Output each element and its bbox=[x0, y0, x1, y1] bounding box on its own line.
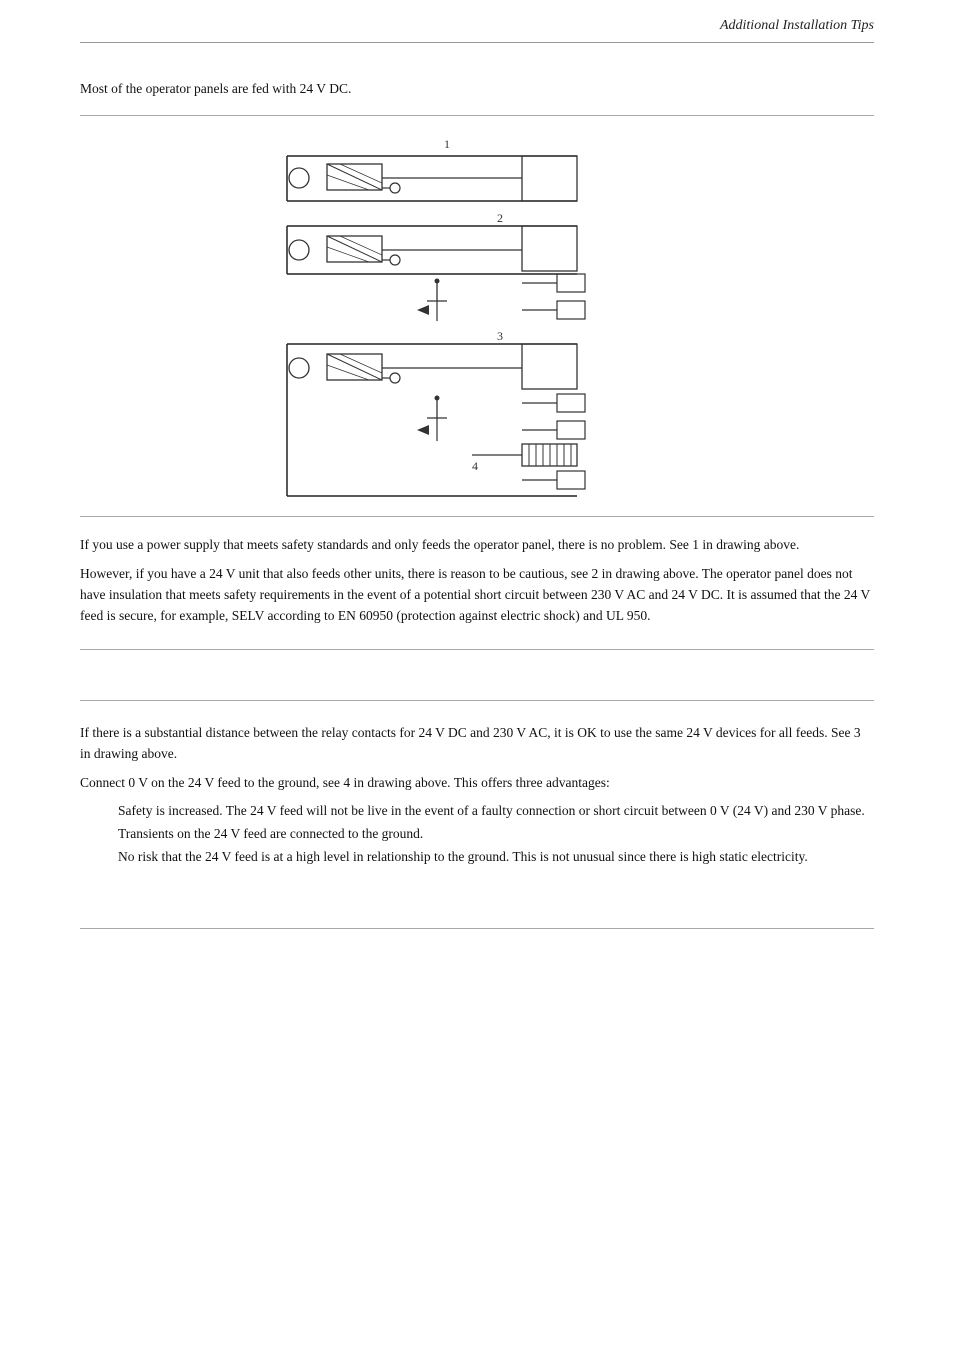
section2: If there is a substantial distance betwe… bbox=[80, 700, 874, 869]
svg-text:4: 4 bbox=[472, 459, 478, 473]
section1-para1: If you use a power supply that meets saf… bbox=[80, 535, 874, 556]
bullet-item-1: Safety is increased. The 24 V feed will … bbox=[118, 801, 874, 822]
wiring-diagram: 1 bbox=[227, 126, 727, 506]
divider2 bbox=[80, 700, 874, 701]
page-header: Additional Installation Tips bbox=[80, 0, 874, 43]
diagram-container: 1 bbox=[80, 115, 874, 517]
intro-text: Most of the operator panels are fed with… bbox=[80, 81, 874, 97]
divider1 bbox=[80, 649, 874, 650]
section1: Most of the operator panels are fed with… bbox=[80, 81, 874, 627]
section2-para2: Connect 0 V on the 24 V feed to the grou… bbox=[80, 773, 874, 794]
bullet-item-3: No risk that the 24 V feed is at a high … bbox=[118, 847, 874, 868]
bottom-divider bbox=[80, 928, 874, 929]
page: Additional Installation Tips Most of the… bbox=[0, 0, 954, 1350]
svg-text:3: 3 bbox=[497, 329, 503, 343]
section1-para2: However, if you have a 24 V unit that al… bbox=[80, 564, 874, 627]
bullet-list: Safety is increased. The 24 V feed will … bbox=[118, 801, 874, 868]
section2-para1: If there is a substantial distance betwe… bbox=[80, 723, 874, 765]
page-header-title: Additional Installation Tips bbox=[720, 18, 874, 34]
svg-text:2: 2 bbox=[497, 211, 503, 225]
svg-text:1: 1 bbox=[444, 137, 450, 151]
bullet-item-2: Transients on the 24 V feed are connecte… bbox=[118, 824, 874, 845]
